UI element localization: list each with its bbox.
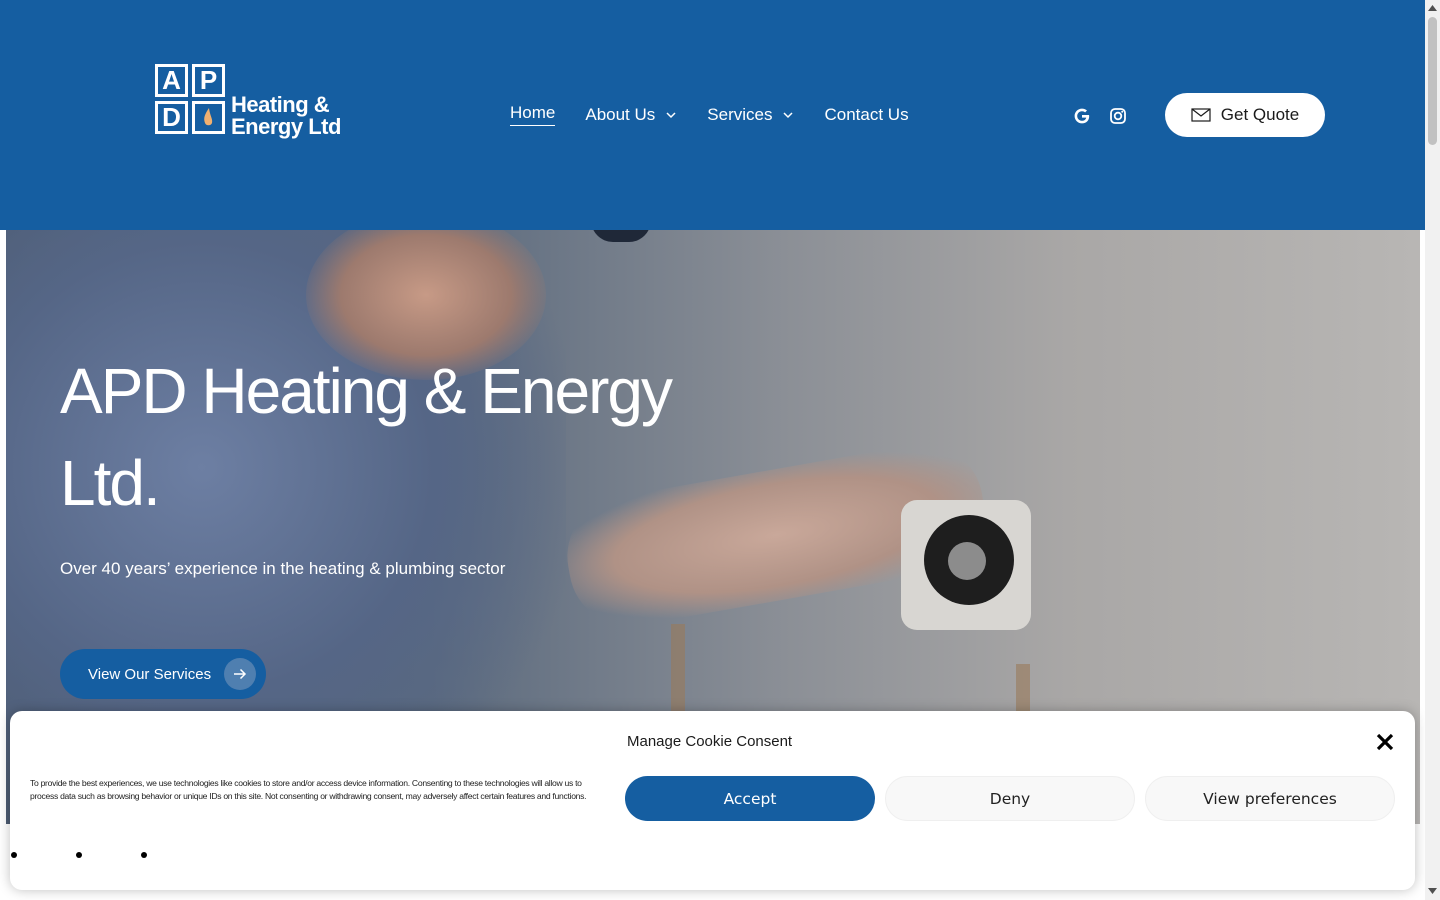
close-icon[interactable] [1374,731,1396,753]
logo-wordmark: Heating & Energy Ltd [231,94,341,138]
bullet-icon [11,852,17,858]
accept-button[interactable]: Accept [625,776,875,821]
nav-item-services[interactable]: Services [707,105,794,125]
main-nav: Home About Us Services Contact Us [510,103,909,126]
view-services-label: View Our Services [88,665,212,683]
cookie-link[interactable] [10,852,17,858]
logo-line-1: Heating & [231,92,330,117]
get-quote-label: Get Quote [1220,105,1300,124]
scrollbar-thumb[interactable] [1428,17,1437,145]
nav-item-about-us[interactable]: About Us [585,105,677,125]
page-scrollbar[interactable] [1425,0,1440,900]
flame-icon [192,101,225,134]
hero-title: APD Heating & Energy Ltd. [60,355,673,519]
chevron-down-icon [666,111,676,118]
hero-subtitle: Over 40 years’ experience in the heating… [60,559,506,578]
site-header: A P D Heating & Energy Ltd Home About Us… [0,0,1425,230]
cookie-link[interactable] [75,852,82,858]
logo-letter-d: D [155,101,188,134]
logo-letter-a: A [155,64,188,97]
cookie-description: To provide the best experiences, we use … [30,778,587,801]
scroll-down-icon[interactable] [1428,887,1437,895]
google-icon[interactable] [1072,106,1092,126]
logo-grid: A P D [155,64,227,136]
nav-contact-label: Contact Us [824,104,909,124]
instagram-icon[interactable] [1108,106,1128,126]
cookie-consent-banner: Manage Cookie Consent To provide the bes… [10,711,1415,890]
nav-services-label: Services [707,104,773,124]
nav-item-home[interactable]: Home [510,103,556,126]
scroll-up-icon[interactable] [1428,4,1437,12]
nav-about-label: About Us [585,104,656,124]
cookie-link[interactable] [140,852,147,858]
bullet-icon [141,852,147,858]
arrow-right-icon [224,658,256,690]
nav-item-contact-us[interactable]: Contact Us [824,105,908,125]
hero-photo-dial-center [948,542,986,580]
logo-line-2: Energy Ltd [231,114,341,139]
cookie-links [10,852,187,858]
cookie-title: Manage Cookie Consent [627,733,793,750]
envelope-icon [1191,108,1211,122]
site-logo[interactable]: A P D Heating & Energy Ltd [155,64,355,144]
nav-home-label: Home [510,103,556,122]
hero-photo-cap [591,230,651,242]
deny-button[interactable]: Deny [885,776,1135,821]
logo-letter-p: P [192,64,225,97]
get-quote-button[interactable]: Get Quote [1165,93,1325,137]
chevron-down-icon [783,111,794,118]
view-preferences-button[interactable]: View preferences [1145,776,1395,821]
view-services-button[interactable]: View Our Services [60,649,266,699]
bullet-icon [76,852,82,858]
